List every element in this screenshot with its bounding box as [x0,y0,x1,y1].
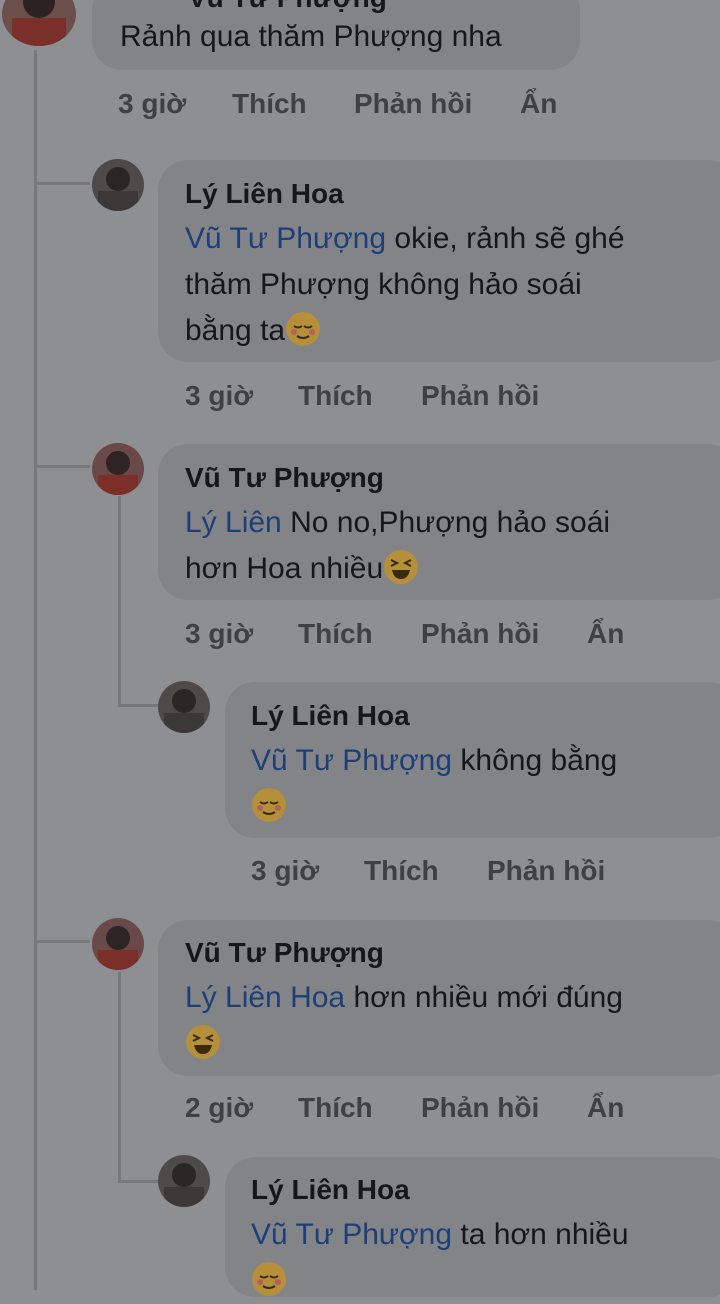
comment-text-part: thăm Phượng không hảo soái [185,268,582,301]
comment-time: 3 giờ [118,88,187,119]
comment-text: Rảnh qua thăm Phượng nha [120,20,502,53]
reply-button[interactable]: Phản hồi [421,618,539,650]
laughing-face-icon [186,1025,220,1059]
thread-line-branch [118,704,158,707]
hide-button[interactable]: Ẩn [587,618,624,650]
hide-button[interactable]: Ẩn [520,88,557,120]
thread-line-branch [34,940,90,943]
thread-line-branch [118,1180,158,1183]
laughing-face-icon [384,550,419,584]
comment-time: 3 giờ [185,618,254,649]
thread-line-main [34,50,37,1290]
comment-text-part: không bằng [452,744,618,777]
like-button[interactable]: Thích [232,88,307,120]
comment-text-part: hơn Hoa nhiều [185,552,384,585]
comment-author[interactable]: Lý Liên Hoa [251,1174,410,1206]
comment-text: Lý Liên Hoa hơn nhiều mới đúng [185,975,705,1067]
comment-text: Vũ Tư Phượng okie, rảnh sẽ ghé thăm Phượ… [185,216,705,354]
avatar[interactable] [92,918,144,970]
comment-time: 3 giờ [251,855,320,886]
comment-author[interactable]: Vũ Tư Phượng [185,937,384,969]
reply-button[interactable]: Phản hồi [421,380,539,412]
like-button[interactable]: Thích [298,618,373,650]
mention-link[interactable]: Lý Liên Hoa [185,981,345,1014]
thread-line-sub [118,496,121,706]
comment-author[interactable]: Vũ Tư Phượng [185,462,384,494]
comment-author[interactable]: Lý Liên Hoa [185,178,344,210]
comment-text: Lý Liên No no,Phượng hảo soái hơn Hoa nh… [185,500,705,592]
reply-button[interactable]: Phản hồi [487,855,605,887]
relieved-face-icon [252,788,286,822]
comment-text-part: bằng ta [185,314,286,347]
comment-author[interactable]: Vũ Tư Phượng [188,0,387,14]
mention-link[interactable]: Lý Liên [185,506,282,539]
mention-link[interactable]: Vũ Tư Phượng [185,222,386,255]
avatar[interactable] [2,0,76,46]
relieved-face-icon [286,312,321,346]
relieved-face-icon [252,1262,286,1296]
reply-button[interactable]: Phản hồi [354,88,472,120]
comment-text: Vũ Tư Phượng không bằng [251,738,701,830]
comment-time: 3 giờ [185,380,254,411]
avatar[interactable] [92,159,144,211]
comment-text-part: No no,Phượng hảo soái [281,506,611,539]
reply-button[interactable]: Phản hồi [421,1092,539,1124]
avatar[interactable] [158,681,210,733]
mention-link[interactable]: Vũ Tư Phượng [251,1218,452,1251]
comment-time: 2 giờ [185,1092,254,1123]
comment-text-part: ta hơn nhiều [452,1218,629,1251]
comment-text-part: hơn nhiều mới đúng [345,981,623,1014]
comment-text-part: okie, rảnh sẽ ghé [386,222,625,255]
hide-button[interactable]: Ẩn [587,1092,624,1124]
like-button[interactable]: Thích [298,380,373,412]
avatar[interactable] [158,1155,210,1207]
avatar[interactable] [92,443,144,495]
thread-line-branch [34,182,90,185]
comment-author[interactable]: Lý Liên Hoa [251,700,410,732]
mention-link[interactable]: Vũ Tư Phượng [251,744,452,777]
comment-text: Vũ Tư Phượng ta hơn nhiều [251,1212,701,1304]
thread-line-branch [34,465,90,468]
thread-line-sub [118,972,121,1182]
like-button[interactable]: Thích [298,1092,373,1124]
like-button[interactable]: Thích [364,855,439,887]
